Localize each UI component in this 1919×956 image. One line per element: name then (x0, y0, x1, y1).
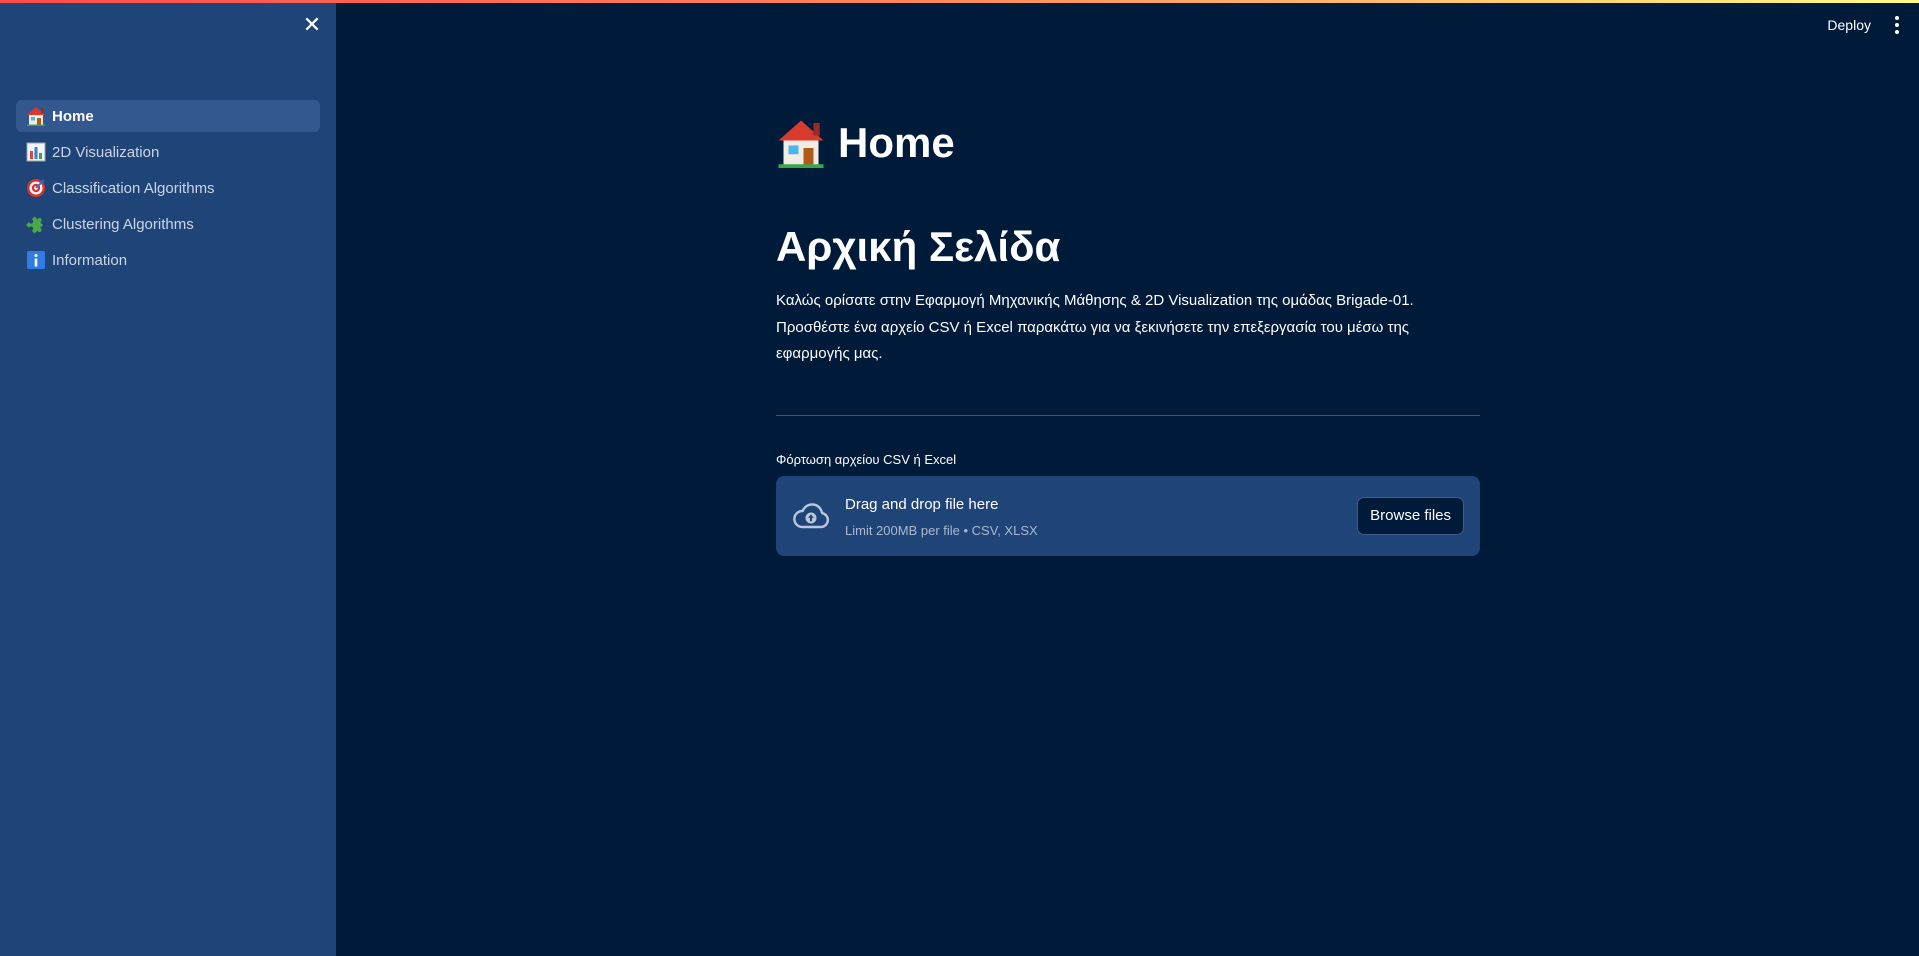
page-content: Home Αρχική Σελίδα Καλώς ορίσατε στην Εφ… (776, 110, 1480, 556)
sidebar-item-information[interactable]: Information (16, 244, 320, 276)
cloud-upload-icon (792, 500, 830, 532)
sidebar-item-2d-visualization[interactable]: 2D Visualization (16, 136, 320, 168)
main-content: Deploy Home Αρχική Σελίδα Καλώς ορίσατε … (336, 0, 1919, 956)
sidebar-item-classification-algorithms[interactable]: Classification Algorithms (16, 172, 320, 204)
page-title: Home (776, 110, 1480, 176)
sidebar-item-label: Information (52, 251, 128, 269)
top-decoration-bar (0, 0, 1919, 3)
dropzone-subtitle: Limit 200MB per file • CSV, XLSX (845, 522, 1038, 538)
sidebar-item-label: 2D Visualization (52, 143, 160, 161)
info-icon (25, 249, 47, 271)
browse-files-button[interactable]: Browse files (1357, 496, 1464, 535)
sidebar-nav: Home 2D Visualization Classification Alg… (16, 100, 320, 280)
dropzone-title: Drag and drop file here (845, 495, 999, 513)
close-icon: ✕ (302, 13, 322, 38)
intro-line: Προσθέστε ένα αρχείο CSV ή Excel παρακάτ… (776, 318, 1410, 336)
intro-text: Καλώς ορίσατε στην Εφαρμογή Μηχανικής Μά… (776, 288, 1480, 368)
page-title-text: Home (838, 119, 955, 166)
kebab-menu-icon[interactable] (1889, 14, 1905, 36)
sidebar-item-home[interactable]: Home (16, 100, 320, 132)
target-icon (25, 177, 47, 199)
sidebar-item-label: Home (52, 107, 94, 125)
house-icon (25, 105, 47, 127)
sidebar-item-label: Clustering Algorithms (52, 215, 194, 233)
bar-chart-icon (25, 141, 47, 163)
sidebar-item-clustering-algorithms[interactable]: Clustering Algorithms (16, 208, 320, 240)
house-icon (776, 118, 826, 168)
divider (776, 414, 1480, 416)
section-title: Αρχική Σελίδα (776, 223, 1061, 270)
upload-label: Φόρτωση αρχείου CSV ή Excel (776, 451, 957, 467)
intro-line: εφαρμογής μας. (776, 345, 883, 362)
intro-line: Καλώς ορίσατε στην Εφαρμογή Μηχανικής Μά… (776, 292, 1414, 309)
sidebar: ✕ Home 2D Visualization Classification A… (0, 0, 336, 956)
deploy-button[interactable]: Deploy (1827, 14, 1871, 36)
puzzle-icon (25, 213, 47, 235)
close-sidebar-button[interactable]: ✕ (300, 14, 324, 38)
sidebar-item-label: Classification Algorithms (52, 179, 215, 197)
file-dropzone[interactable]: Drag and drop file here Limit 200MB per … (776, 475, 1480, 556)
